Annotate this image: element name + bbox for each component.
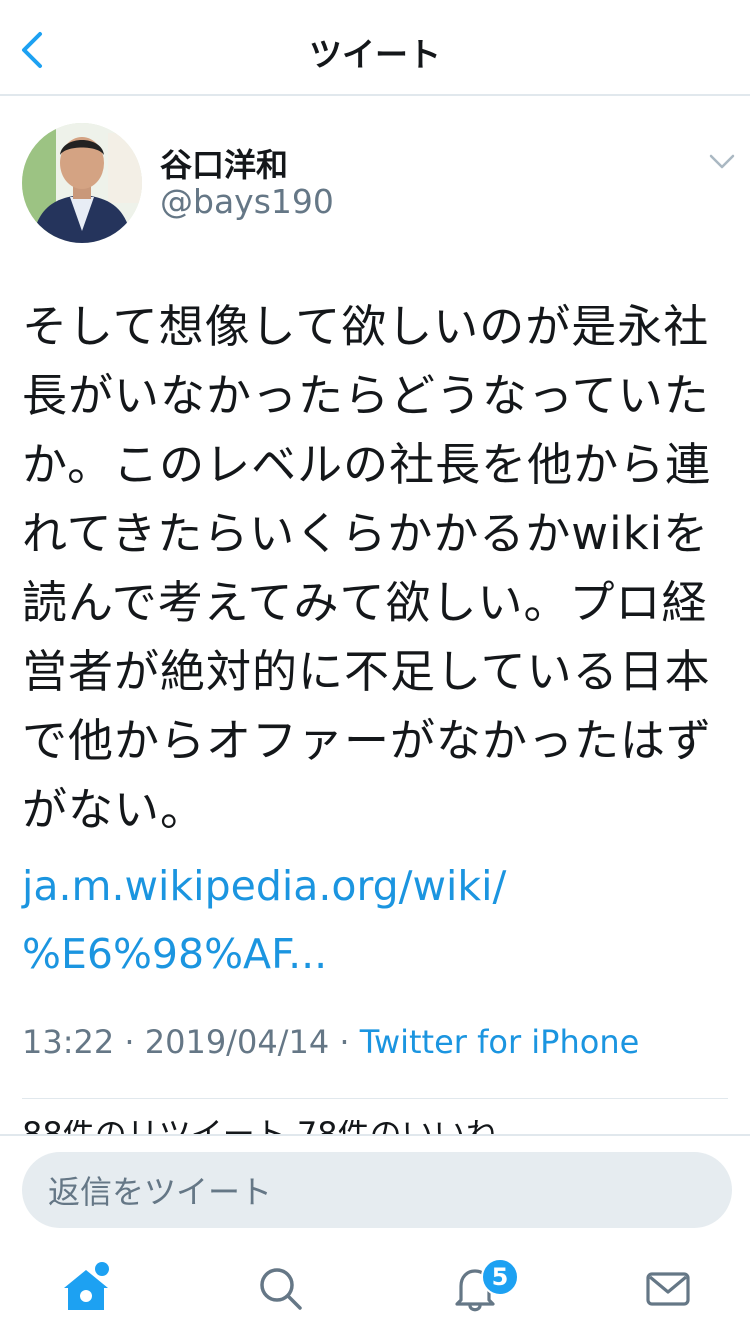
tweet-metadata: 13:22 · 2019/04/14 · Twitter for iPhone bbox=[22, 1023, 639, 1061]
link-line-2: %E6%98%AF... bbox=[22, 930, 328, 978]
author-name[interactable]: 谷口洋和 bbox=[160, 140, 288, 186]
tweet-source-link[interactable]: Twitter for iPhone bbox=[360, 1023, 640, 1061]
notification-badge: 5 bbox=[481, 1258, 519, 1296]
link-line-1: ja.m.wikipedia.org/wiki/ bbox=[22, 862, 507, 910]
meta-separator: · bbox=[329, 1023, 360, 1061]
tab-bar bbox=[0, 1240, 750, 1334]
tweet-link[interactable]: ja.m.wikipedia.org/wiki/ %E6%98%AF... bbox=[22, 852, 722, 988]
profile-photo bbox=[22, 123, 142, 243]
search-icon bbox=[260, 1268, 302, 1310]
tab-messages[interactable] bbox=[638, 1258, 698, 1318]
tweet-date: 2019/04/14 bbox=[144, 1023, 330, 1061]
tweet-options-button[interactable] bbox=[708, 152, 736, 172]
reply-bar: 返信をツイート bbox=[0, 1134, 750, 1240]
page-title: ツイート bbox=[309, 35, 441, 74]
navigation-bar: ツイート bbox=[0, 0, 750, 96]
tab-search[interactable] bbox=[250, 1258, 310, 1318]
avatar[interactable] bbox=[22, 123, 142, 243]
reply-input[interactable]: 返信をツイート bbox=[22, 1152, 732, 1228]
mail-icon bbox=[646, 1272, 690, 1306]
home-unread-dot bbox=[95, 1262, 109, 1276]
author-handle[interactable]: @bays190 bbox=[160, 182, 334, 221]
divider bbox=[22, 1098, 728, 1099]
chevron-down-icon bbox=[709, 154, 735, 169]
meta-separator: · bbox=[114, 1023, 145, 1061]
tweet-time: 13:22 bbox=[22, 1023, 115, 1061]
tweet-text: そして想像して欲しいのが是永社長がいなかったらどうなっていたか。このレベルの社長… bbox=[22, 300, 713, 836]
